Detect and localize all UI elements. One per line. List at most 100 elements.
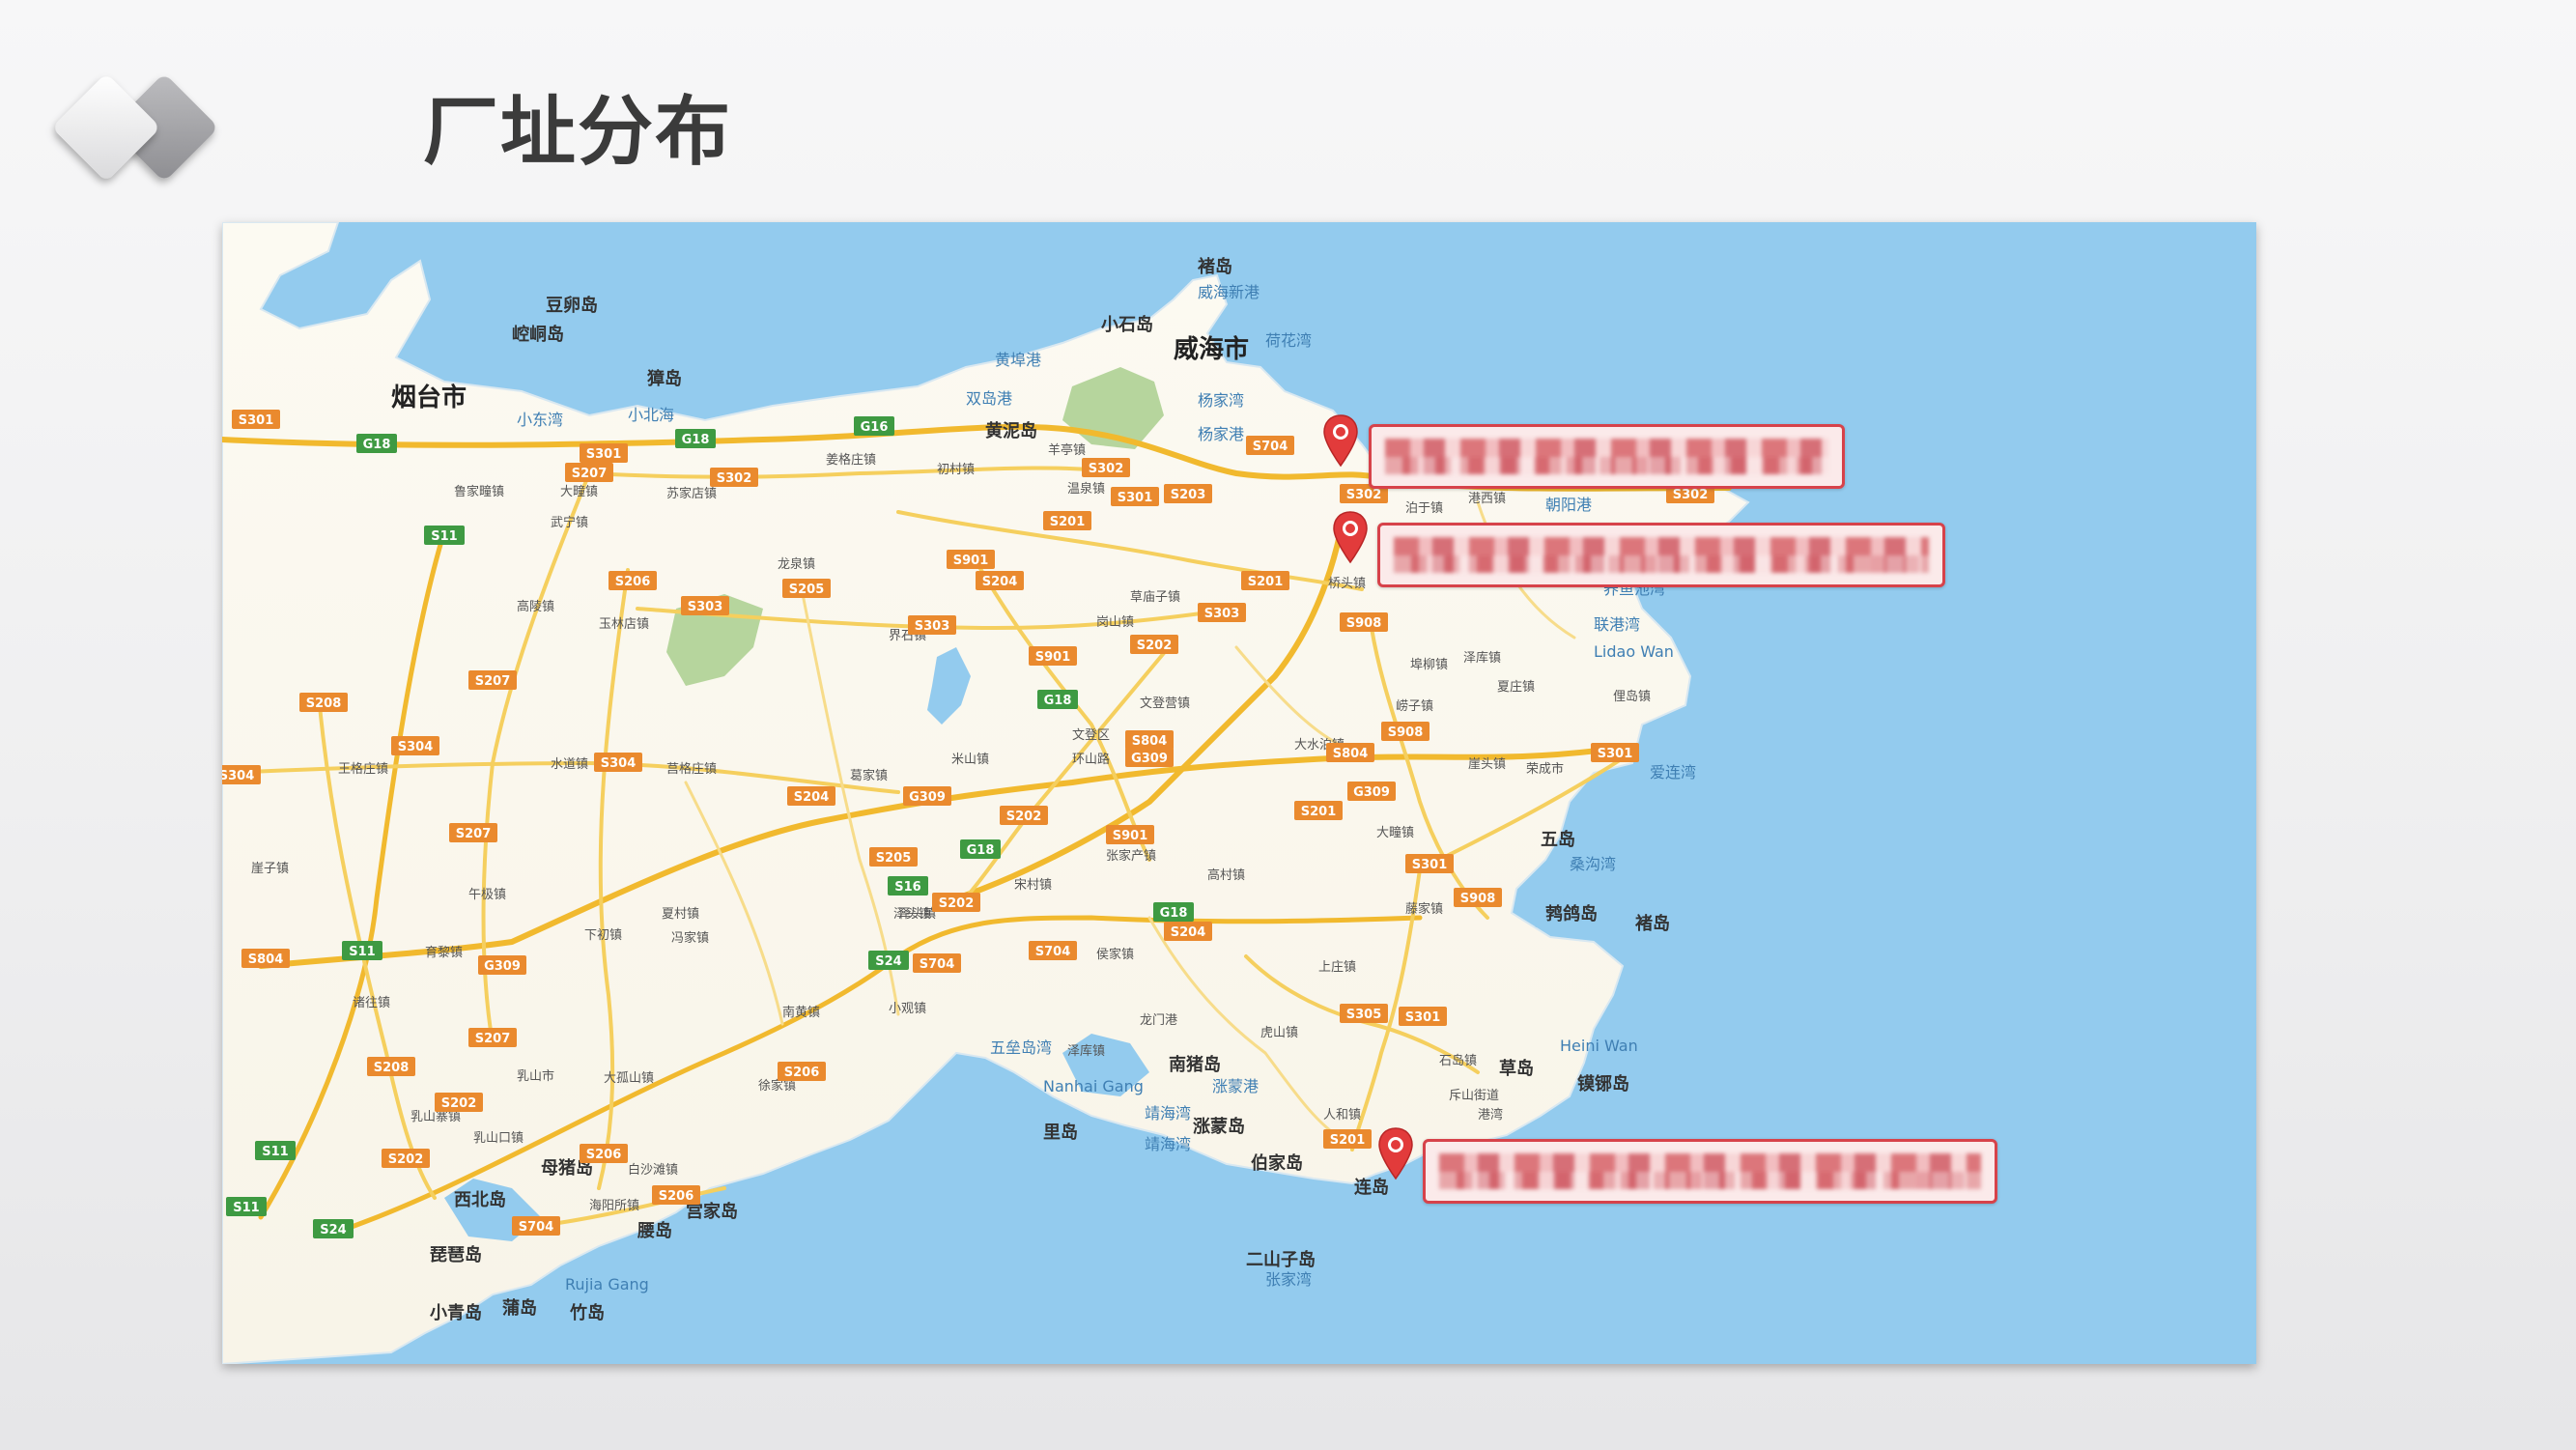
water-label: 联港湾 [1594, 615, 1640, 634]
town-label: 崂子镇 [1396, 699, 1433, 714]
site-callout-redacted[interactable] [1423, 1139, 1997, 1204]
town-label: 育黎镇 [425, 945, 463, 960]
road-shield: S302 [710, 468, 758, 487]
town-label: 龙门港 [1140, 1013, 1177, 1028]
site-callout-redacted[interactable] [1369, 424, 1845, 489]
town-label: 高陵镇 [517, 599, 554, 614]
island-label: 崆峒岛 [512, 324, 564, 345]
road-shield-code: S207 [572, 467, 608, 481]
redacted-text-blur [1394, 537, 1929, 573]
town-label: 草庙子镇 [1130, 590, 1180, 605]
town-label: 水道镇 [551, 757, 588, 772]
location-pin-icon[interactable] [1376, 1126, 1415, 1180]
road-shield-code: S704 [1035, 945, 1071, 959]
town-label: 张家产镇 [1106, 848, 1156, 864]
road-shield-code: S11 [431, 529, 457, 544]
road-shield: G18 [1153, 902, 1194, 922]
water-label: 爱连湾 [1650, 763, 1696, 782]
road-shield-code: S304 [601, 756, 637, 771]
town-label: 夏村镇 [662, 907, 699, 922]
location-pin-icon[interactable] [1331, 510, 1370, 564]
road-shield: S301 [1405, 854, 1454, 873]
island-label: 黄泥岛 [985, 420, 1037, 441]
road-shield: S208 [367, 1057, 415, 1076]
island-label: 小青岛 [430, 1302, 482, 1323]
road-shield: S24 [313, 1219, 354, 1238]
road-shield: G18 [1037, 690, 1078, 709]
road-shield-code: S301 [1412, 858, 1448, 872]
town-label: 冯家镇 [671, 930, 709, 946]
road-shield: G18 [960, 839, 1001, 859]
road-shield-code: S202 [1137, 639, 1173, 653]
road-shield-code: S11 [349, 945, 375, 959]
island-label: 鹁鸽岛 [1545, 903, 1598, 924]
road-shield-code: G16 [861, 420, 889, 435]
road-shield-code: S205 [876, 851, 912, 866]
road-shield-code: S202 [441, 1096, 477, 1111]
road-shield: S704 [1029, 941, 1077, 960]
road-shield: S303 [1198, 603, 1246, 622]
road-shield-code: S908 [1460, 892, 1496, 906]
road-shield: S206 [609, 571, 657, 590]
road-shield: S206 [778, 1062, 826, 1081]
town-label: 埠柳镇 [1410, 658, 1448, 672]
town-label: 午极镇 [468, 888, 506, 902]
town-label: 泽库镇 [1463, 650, 1501, 666]
town-label: 崖子镇 [251, 862, 289, 876]
town-label: 虎山镇 [1260, 1026, 1298, 1040]
town-label: 泽头镇 [893, 907, 931, 922]
island-label: 豆卵岛 [546, 295, 598, 316]
road-shield-code: S204 [1171, 925, 1206, 940]
water-label: 威海新港 [1198, 283, 1260, 301]
road-shield: S804 [1125, 730, 1174, 750]
road-shield-code: S202 [388, 1152, 424, 1167]
road-shield-code: S207 [456, 827, 492, 841]
road-shield-code: S704 [1253, 440, 1288, 454]
water-label: 五垒岛湾 [990, 1038, 1052, 1057]
town-label: 羊亭镇 [1048, 442, 1086, 458]
road-shield-code: S804 [1333, 747, 1369, 761]
road-shield-code: S901 [1113, 829, 1148, 843]
road-shield: G309 [1125, 748, 1174, 767]
water-label: 朝阳港 [1545, 496, 1592, 514]
road-shield: S11 [226, 1197, 267, 1216]
road-shield-code: S304 [398, 740, 434, 754]
road-shield: S301 [1111, 487, 1159, 506]
island-label: 竹岛 [569, 1302, 605, 1323]
island-label: 南猪岛 [1169, 1054, 1221, 1075]
road-shield-code: S303 [915, 619, 950, 634]
road-shield-code: S301 [1405, 1010, 1441, 1025]
road-shield-code: S201 [1330, 1133, 1366, 1148]
road-shield-code: S704 [920, 957, 955, 972]
road-shield-code: G309 [484, 959, 521, 974]
road-shield-code: S301 [586, 447, 622, 462]
island-label: 西北岛 [454, 1189, 506, 1210]
road-shield-code: S901 [1035, 650, 1071, 665]
water-label: 靖海湾 [1145, 1104, 1191, 1123]
island-label: 蒲岛 [502, 1297, 537, 1319]
location-pin-icon[interactable] [1321, 413, 1360, 468]
road-shield: G309 [478, 955, 526, 975]
water-label: 杨家湾 [1198, 391, 1244, 410]
town-label: 莒格庄镇 [666, 761, 717, 777]
road-shield-code: G18 [682, 433, 710, 447]
road-shield-code: S304 [222, 769, 254, 783]
road-shield-code: S901 [953, 554, 989, 568]
town-label: 龙泉镇 [778, 556, 815, 572]
road-shield-code: S24 [320, 1223, 346, 1237]
water-label: Lidao Wan [1594, 642, 1674, 661]
site-callout-redacted[interactable] [1377, 523, 1945, 587]
water-label: 涨蒙港 [1212, 1077, 1259, 1095]
town-label: 文登区 [1072, 728, 1110, 743]
island-label: 伯家岛 [1251, 1152, 1303, 1174]
town-label: 乳山市 [517, 1068, 554, 1084]
town-label: 泽库镇 [1067, 1043, 1105, 1059]
water-label: 小北海 [628, 406, 674, 424]
road-shield: S804 [241, 949, 290, 968]
town-label: 大孤山镇 [604, 1071, 654, 1086]
redacted-text-blur [1439, 1153, 1981, 1189]
town-label: 大疃镇 [1376, 825, 1414, 840]
road-shield-code: S204 [982, 575, 1018, 589]
road-shield-code: G309 [909, 790, 946, 805]
water-label: 桑沟湾 [1570, 855, 1616, 873]
